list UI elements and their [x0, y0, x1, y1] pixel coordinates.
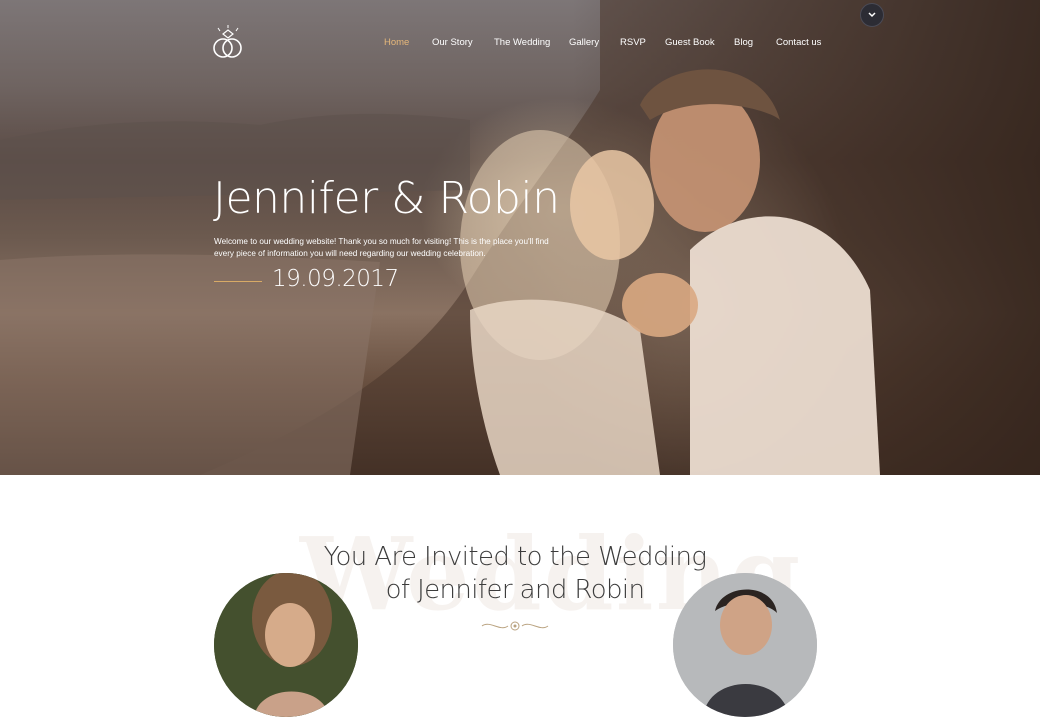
invitation-title: You Are Invited to the Wedding of Jennif…	[320, 541, 710, 607]
nav-item-contact-us[interactable]: Contact us	[776, 37, 821, 48]
wedding-rings-icon[interactable]	[211, 25, 245, 61]
nav-item-our-story[interactable]: Our Story	[432, 37, 473, 48]
nav-item-blog[interactable]: Blog	[734, 37, 753, 48]
flourish-divider-icon	[481, 621, 549, 631]
scroll-down-button[interactable]	[860, 3, 884, 27]
hero-title: Jennifer & Robin	[213, 173, 560, 224]
nav-item-gallery[interactable]: Gallery	[569, 37, 599, 48]
chevron-down-icon	[868, 12, 876, 18]
invitation-title-line1: You Are Invited to the Wedding	[323, 542, 707, 572]
wedding-date: 19.09.2017	[272, 266, 399, 292]
date-divider	[214, 281, 262, 282]
invitation-section: Wedding You Are Invited to the Wedding o…	[0, 475, 1040, 717]
hero-welcome-text: Welcome to our wedding website! Thank yo…	[214, 237, 549, 258]
nav-item-the-wedding[interactable]: The Wedding	[494, 37, 550, 48]
hero-banner: Home Our Story The Wedding Gallery RSVP …	[0, 0, 1040, 475]
groom-portrait	[673, 573, 817, 717]
nav-item-rsvp[interactable]: RSVP	[620, 37, 646, 48]
invitation-title-line2: of Jennifer and Robin	[385, 575, 645, 605]
nav-item-guest-book[interactable]: Guest Book	[665, 37, 715, 48]
nav-item-home[interactable]: Home	[384, 37, 409, 48]
